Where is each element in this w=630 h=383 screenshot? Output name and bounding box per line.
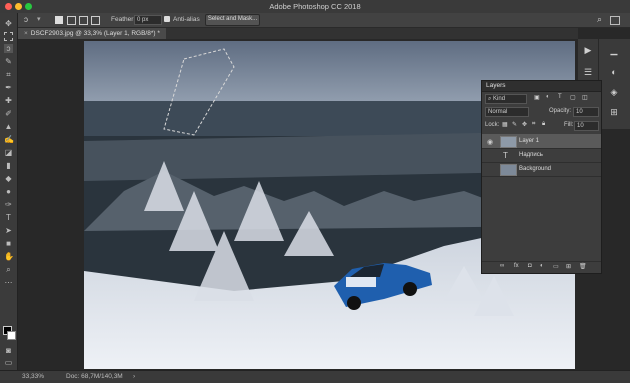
layers-panel: Layers ⌕ Kind ▣ ◐ T ▢ ◫ Normal Opacity: …	[481, 80, 602, 274]
layers-panel-title: Layers	[486, 82, 506, 89]
pen-tool-icon[interactable]: ✑	[4, 200, 13, 209]
path-selection-tool-icon[interactable]: ➤	[4, 226, 13, 235]
quick-mask-icon[interactable]: ◙	[4, 346, 13, 355]
clone-stamp-tool-icon[interactable]: ▲	[4, 122, 13, 131]
type-layer-icon: T	[503, 151, 508, 160]
layer-thumbnail	[500, 164, 517, 176]
play-icon[interactable]: ▶	[583, 45, 593, 55]
eraser-tool-icon[interactable]: ◪	[4, 148, 13, 157]
status-bar: 33,33% Doc: 68,7M/140,3M ›	[0, 370, 630, 383]
lock-artboard-icon[interactable]: ⌗	[532, 121, 535, 128]
adjustment-layer-icon[interactable]: ◐	[540, 263, 544, 269]
eye-icon[interactable]: ◉	[487, 138, 493, 146]
layer-name: Background	[519, 166, 552, 172]
layer-filter-select[interactable]: ⌕ Kind	[485, 94, 527, 104]
layers-icon[interactable]: ◈	[609, 87, 619, 97]
fill-input[interactable]: 10	[574, 121, 599, 131]
document-tabs: × DSCF2903.jpg @ 33,3% (Layer 1, RGB/8*) …	[18, 28, 578, 39]
histogram-icon[interactable]: ▁	[609, 45, 619, 55]
filter-adjustment-icon[interactable]: ◐	[546, 94, 550, 100]
lock-all-icon[interactable]: 🔒︎	[542, 121, 545, 128]
panel-dock-2: ▁ ◐ ◈ ⊞	[599, 39, 630, 129]
healing-brush-tool-icon[interactable]: ✚	[4, 96, 13, 105]
type-tool-icon[interactable]: T	[4, 213, 13, 222]
gradient-tool-icon[interactable]: ▮	[4, 161, 13, 170]
new-layer-icon[interactable]: ⊞	[566, 263, 571, 270]
options-bar: ↄ ▾ Feather: 0 px Anti-alias Select and …	[0, 13, 630, 28]
history-brush-tool-icon[interactable]: ✍	[4, 135, 14, 144]
move-tool-icon[interactable]: ✥	[4, 19, 13, 28]
document-tab-label: DSCF2903.jpg @ 33,3% (Layer 1, RGB/8*) *	[30, 30, 160, 37]
group-icon[interactable]: ▭	[553, 263, 559, 270]
layers-panel-header: Layers	[482, 81, 601, 92]
opacity-label: Opacity:	[549, 108, 572, 114]
quick-select-tool-icon[interactable]: ✎	[4, 57, 13, 66]
lock-image-icon[interactable]: ✎	[512, 121, 517, 128]
subtract-selection-icon[interactable]	[79, 16, 88, 25]
crop-tool-icon[interactable]: ⌗	[4, 70, 13, 79]
background-color-swatch[interactable]	[7, 331, 16, 340]
layers-footer: ∞ fx ◘ ◐ ▭ ⊞ 🗑︎	[482, 261, 601, 272]
antialias-label: Anti-alias	[173, 16, 200, 23]
layer-name: Надпись	[519, 152, 543, 158]
opacity-input[interactable]: 10	[573, 107, 599, 117]
tools-panel: ✥ ↄ ✎ ⌗ ✒ ✚ ✐ ▲ ✍ ◪ ▮ ◆ ● ✑ T ➤ ■ ✋ ⌕ ⋯ …	[0, 13, 18, 370]
blur-tool-icon[interactable]: ◆	[4, 174, 13, 183]
antialias-checkbox[interactable]	[164, 16, 170, 22]
layer-name: Layer 1	[519, 138, 540, 144]
lock-transparent-icon[interactable]: ▦	[502, 121, 508, 128]
lock-position-icon[interactable]: ✥	[522, 121, 527, 128]
add-selection-icon[interactable]	[67, 16, 76, 25]
layer-row[interactable]: T Надпись	[482, 148, 601, 163]
fx-icon[interactable]: fx	[514, 263, 519, 269]
color-icon[interactable]: ◐	[609, 67, 619, 77]
link-layers-icon[interactable]: ∞	[500, 263, 504, 269]
feather-label: Feather:	[111, 16, 136, 23]
filter-smart-object-icon[interactable]: ◫	[582, 94, 588, 101]
trash-icon[interactable]: 🗑︎	[579, 263, 587, 270]
layer-row[interactable]: ◉ Layer 1	[482, 134, 601, 149]
filter-type-icon[interactable]: T	[558, 94, 562, 100]
properties-icon[interactable]: ⊞	[609, 107, 619, 117]
more-tools-icon[interactable]: ⋯	[4, 278, 13, 287]
filter-shape-icon[interactable]: ▢	[570, 94, 576, 101]
brush-tool-icon[interactable]: ✐	[4, 109, 13, 118]
lasso-tool-icon[interactable]: ↄ	[4, 44, 13, 53]
add-mask-icon[interactable]: ◘	[528, 263, 532, 269]
layer-row[interactable]: Background	[482, 162, 601, 177]
dodge-tool-icon[interactable]: ●	[4, 187, 13, 196]
layer-filter-kind: Kind	[493, 96, 506, 102]
feather-input[interactable]: 0 px	[134, 15, 162, 25]
fill-label: Fill:	[564, 122, 574, 128]
intersect-selection-icon[interactable]	[91, 16, 100, 25]
marquee-tool-icon[interactable]	[4, 32, 13, 41]
adjust-icon[interactable]: ☰	[583, 67, 593, 77]
select-and-mask-button[interactable]: Select and Mask...	[205, 14, 260, 26]
blend-mode-select[interactable]: Normal	[485, 107, 529, 117]
zoom-tool-icon[interactable]: ⌕	[4, 265, 13, 274]
chevron-down-icon[interactable]: ▾	[37, 15, 41, 23]
title-bar: Adobe Photoshop CC 2018	[0, 0, 630, 14]
new-selection-icon[interactable]	[55, 16, 63, 24]
document-info: Doc: 68,7M/140,3M	[66, 373, 123, 380]
filter-pixel-icon[interactable]: ▣	[534, 94, 540, 101]
search-icon[interactable]: ⌕	[597, 14, 602, 25]
workspace-icon[interactable]	[610, 16, 620, 25]
lasso-icon[interactable]: ↄ	[24, 15, 28, 24]
rectangle-tool-icon[interactable]: ■	[4, 239, 13, 248]
app-title: Adobe Photoshop CC 2018	[269, 2, 361, 11]
layer-thumbnail	[500, 136, 517, 148]
eyedropper-tool-icon[interactable]: ✒	[4, 83, 13, 92]
chevron-right-icon[interactable]: ›	[133, 373, 135, 380]
document-tab[interactable]: × DSCF2903.jpg @ 33,3% (Layer 1, RGB/8*) …	[18, 28, 166, 39]
hand-tool-icon[interactable]: ✋	[4, 252, 14, 261]
screen-mode-icon[interactable]: ▭	[4, 358, 13, 367]
zoom-level[interactable]: 33,33%	[22, 373, 44, 380]
lock-label: Lock:	[485, 122, 500, 128]
close-tab-icon[interactable]: ×	[24, 30, 28, 37]
